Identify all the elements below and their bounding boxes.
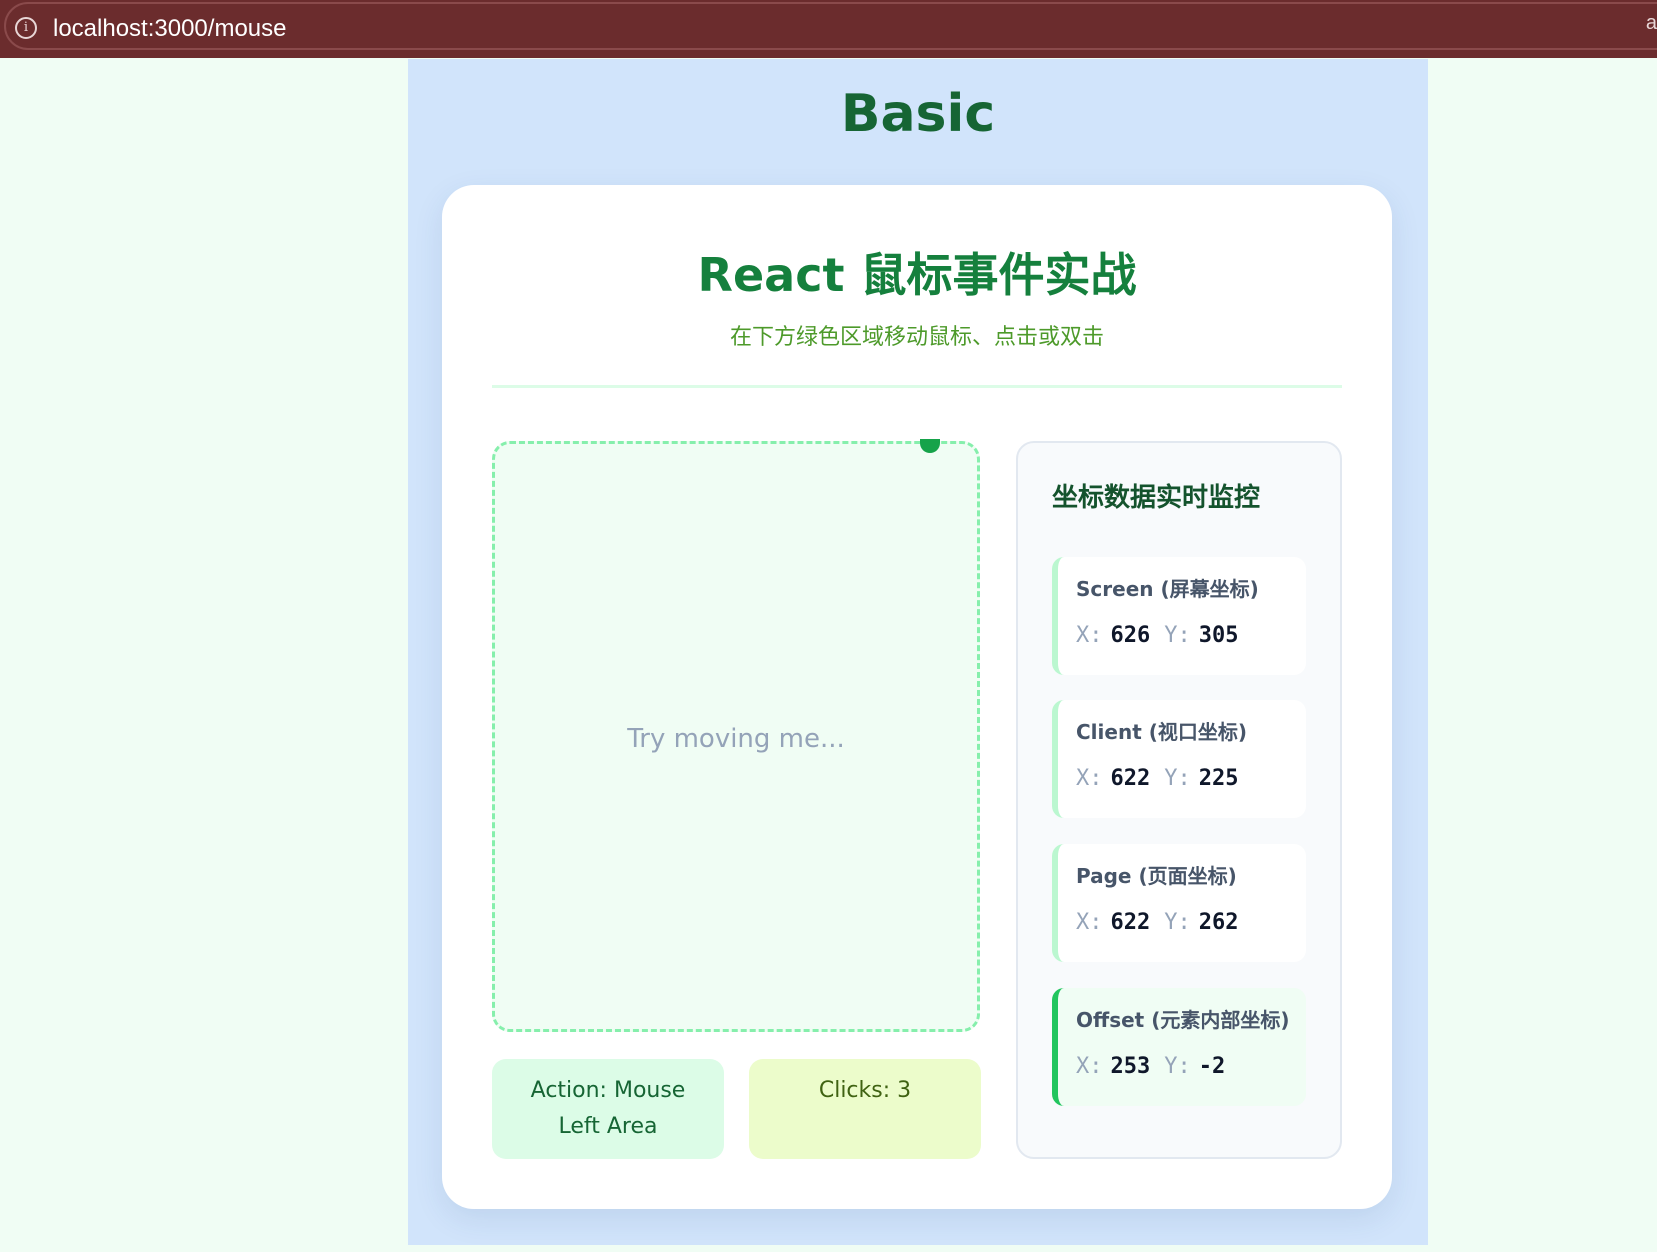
url-text[interactable]: localhost:3000/mouse <box>53 14 286 44</box>
click-counter-text: Clicks: 3 <box>818 1078 912 1103</box>
address-bar-edge-glyph: a <box>1645 12 1657 34</box>
coord-label: Client (视口坐标) <box>1076 720 1247 744</box>
y-value: -2 <box>1198 1054 1226 1079</box>
tracking-hint: Try moving me... <box>627 724 845 754</box>
coord-values: X: 622 Y: 225 <box>1076 764 1253 794</box>
x-axis-label: X: <box>1076 910 1103 935</box>
divider <box>492 385 1342 388</box>
x-value: 626 <box>1110 623 1151 648</box>
monitor-title: 坐标数据实时监控 <box>1052 483 1261 513</box>
x-axis-label: X: <box>1076 1054 1103 1079</box>
main-card: React 鼠标事件实战 在下方绿色区域移动鼠标、点击或双击 Try movin… <box>442 185 1392 1209</box>
coord-label: Page (页面坐标) <box>1076 864 1237 888</box>
y-value: 305 <box>1198 623 1239 648</box>
coord-label: Offset (元素内部坐标) <box>1076 1008 1290 1032</box>
y-axis-label: Y: <box>1164 910 1191 935</box>
mouse-tracking-area[interactable]: Try moving me... <box>492 439 980 1032</box>
browser-url-bar: i localhost:3000/mouse a <box>0 0 1657 58</box>
cursor-dot <box>920 439 940 453</box>
action-status-line-2: Left Area <box>558 1114 658 1139</box>
x-axis-label: X: <box>1076 766 1103 791</box>
offset-coords-card: Offset (元素内部坐标) X: 253 Y: -2 <box>1052 988 1306 1106</box>
click-counter: Clicks: 3 <box>749 1059 981 1159</box>
page-coords-card: Page (页面坐标) X: 622 Y: 262 <box>1052 844 1306 962</box>
coord-label: Screen (屏幕坐标) <box>1076 577 1259 601</box>
card-subtitle: 在下方绿色区域移动鼠标、点击或双击 <box>729 325 1104 350</box>
coord-values: X: 622 Y: 262 <box>1076 908 1253 938</box>
coordinate-monitor-panel: 坐标数据实时监控 Screen (屏幕坐标) X: 626 Y: 305 Client… <box>1016 441 1342 1159</box>
x-value: 253 <box>1110 1054 1151 1079</box>
action-status-line-1: Action: Mouse <box>530 1078 686 1103</box>
y-axis-label: Y: <box>1164 766 1191 791</box>
y-axis-label: Y: <box>1164 623 1191 648</box>
address-field[interactable]: i localhost:3000/mouse <box>4 2 1657 50</box>
y-axis-label: Y: <box>1164 1054 1191 1079</box>
client-coords-card: Client (视口坐标) X: 622 Y: 225 <box>1052 700 1306 818</box>
x-axis-label: X: <box>1076 623 1103 648</box>
x-value: 622 <box>1110 766 1151 791</box>
card-title: React 鼠标事件实战 <box>697 248 1137 302</box>
page-title: Basic <box>840 84 996 144</box>
coord-values: X: 626 Y: 305 <box>1076 621 1253 651</box>
y-value: 262 <box>1198 910 1239 935</box>
app-container: Basic React 鼠标事件实战 在下方绿色区域移动鼠标、点击或双击 Try… <box>408 59 1428 1245</box>
action-status: Action: Mouse Left Area <box>492 1059 724 1159</box>
y-value: 225 <box>1198 766 1239 791</box>
screen-coords-card: Screen (屏幕坐标) X: 626 Y: 305 <box>1052 557 1306 675</box>
x-value: 622 <box>1110 910 1151 935</box>
site-info-icon[interactable]: i <box>15 17 37 39</box>
coord-values: X: 253 Y: -2 <box>1076 1052 1239 1082</box>
